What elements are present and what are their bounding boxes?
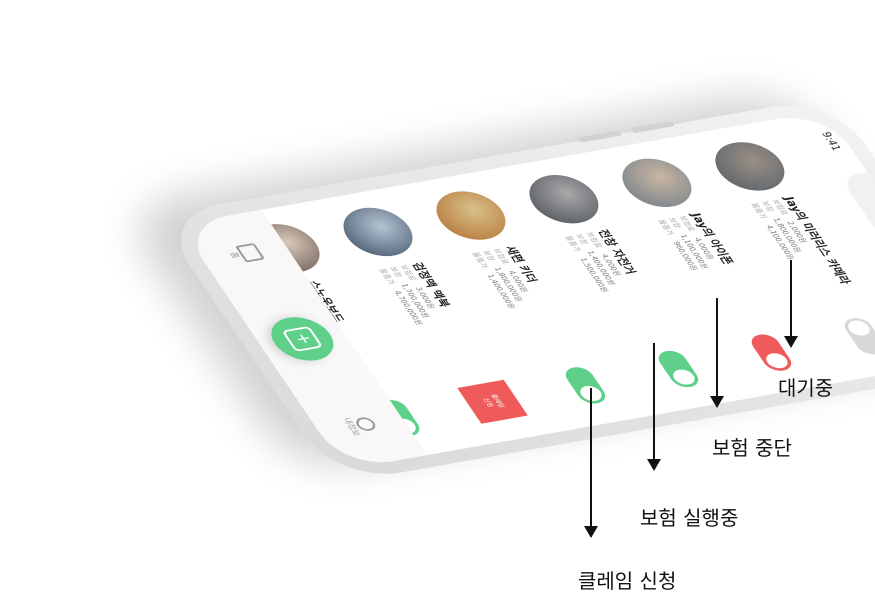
phone-screen: 9:41 ••• ▮ Jay의 미러리스 카메라 보험료2,000원 보장1,8… bbox=[178, 110, 875, 470]
annotation-claim: 클레임 신청 bbox=[578, 569, 677, 593]
item-thumbnail bbox=[424, 186, 518, 245]
phone-device: 9:41 ••• ▮ Jay의 미러리스 카메라 보험료2,000원 보장1,8… bbox=[156, 96, 875, 484]
item-thumbnail bbox=[703, 137, 797, 196]
plus-icon: + bbox=[281, 325, 324, 352]
tab-profile[interactable]: 내정보 bbox=[340, 414, 381, 437]
active-toggle[interactable] bbox=[653, 348, 704, 390]
arrow-waiting bbox=[784, 260, 798, 348]
item-thumbnail bbox=[331, 202, 425, 261]
annotation-waiting: 대기중 bbox=[778, 376, 834, 400]
annotation-active: 보험 실행중 bbox=[640, 506, 739, 530]
item-thumbnail bbox=[610, 153, 704, 212]
arrow-active bbox=[647, 343, 661, 471]
tab-home[interactable]: 홈 bbox=[224, 242, 266, 264]
arrow-claim bbox=[584, 388, 598, 538]
item-thumbnail bbox=[517, 170, 611, 229]
product-mockup: 9:41 ••• ▮ Jay의 미러리스 카메라 보험료2,000원 보장1,8… bbox=[0, 0, 875, 593]
status-time: 9:41 bbox=[818, 131, 843, 152]
waiting-toggle[interactable] bbox=[839, 316, 875, 357]
annotation-paused: 보험 중단 bbox=[712, 436, 792, 460]
add-button[interactable]: + bbox=[260, 312, 345, 365]
active-toggle[interactable] bbox=[560, 365, 611, 406]
arrow-paused bbox=[710, 298, 724, 408]
claim-button[interactable]: 클레임 신청 bbox=[457, 379, 528, 424]
